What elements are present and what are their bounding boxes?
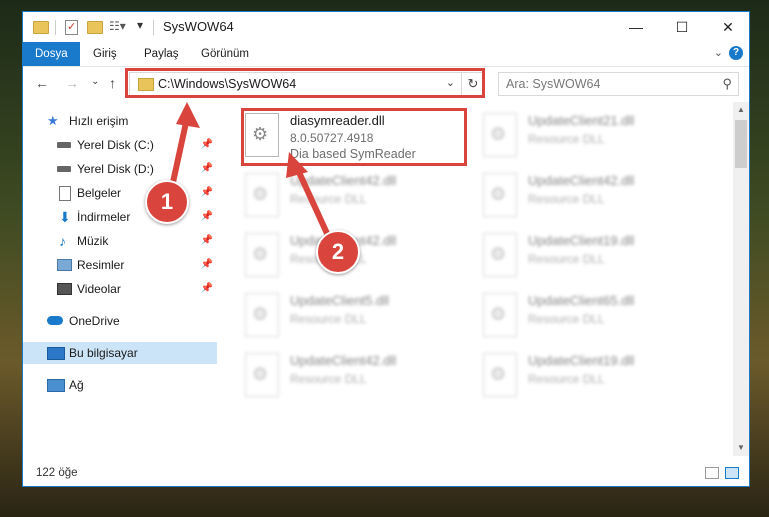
step-2-badge: 2	[316, 230, 360, 274]
arrow-2-head	[286, 152, 308, 178]
arrow-2-shaft	[295, 168, 333, 242]
step-1-badge: 1	[145, 180, 189, 224]
annotation-arrows	[167, 102, 333, 242]
arrow-1-head	[176, 102, 200, 128]
